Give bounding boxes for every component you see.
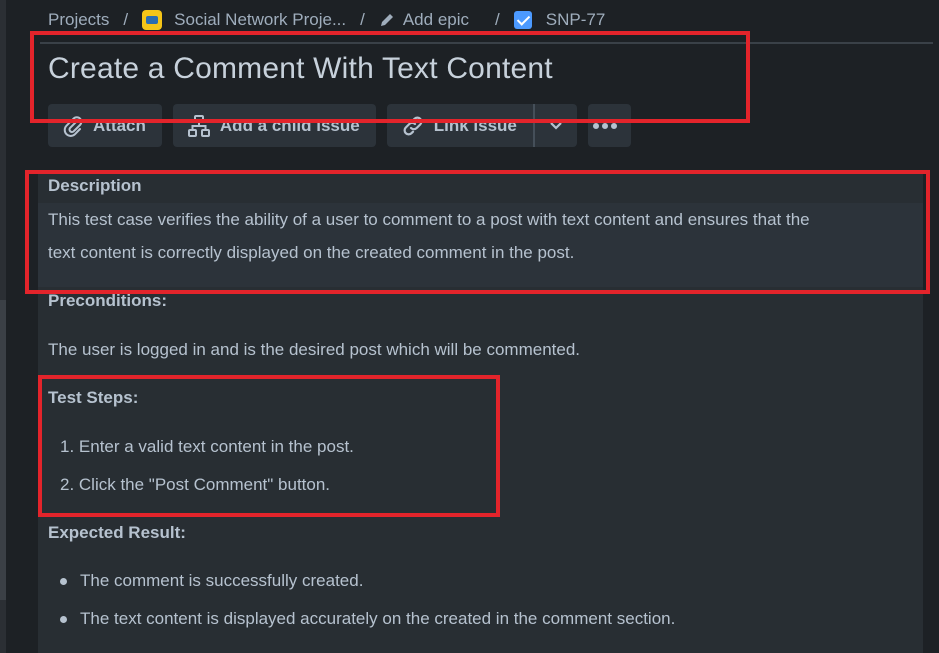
test-step-item: 1. Enter a valid text content in the pos…: [60, 437, 354, 456]
pencil-icon: [380, 14, 393, 26]
expected-result-item: The text content is displayed accurately…: [80, 609, 676, 628]
bullet-icon: [60, 578, 67, 585]
test-steps-heading: Test Steps:: [48, 388, 139, 407]
description-heading: Description: [48, 176, 142, 195]
paperclip-icon: [63, 115, 83, 137]
link-icon: [403, 116, 423, 135]
preconditions-text: The user is logged in and is the desired…: [48, 340, 581, 359]
issue-toolbar: Attach Add a child issue Link issue: [48, 104, 631, 147]
preconditions-heading: Preconditions:: [48, 291, 168, 310]
description-line-2: text content is correctly displayed on t…: [48, 243, 575, 262]
breadcrumb-separator: /: [123, 10, 129, 29]
add-child-issue-button[interactable]: Add a child issue: [172, 104, 376, 147]
issue-key-link[interactable]: SNP-77: [546, 10, 606, 30]
attach-label: Attach: [93, 115, 146, 135]
attach-button[interactable]: Attach: [48, 104, 162, 147]
breadcrumb-separator: /: [495, 10, 500, 29]
checkbox-icon: [513, 11, 532, 29]
project-avatar-icon: [142, 10, 163, 30]
issue-title[interactable]: Create a Comment With Text Content: [48, 52, 553, 86]
more-horizontal-icon: [592, 122, 617, 129]
link-issue-split-button: Link issue: [386, 104, 577, 147]
header-divider: [40, 42, 933, 44]
expected-result-item: The comment is successfully created.: [80, 571, 364, 590]
bullet-icon: [60, 616, 67, 623]
link-issue-button[interactable]: Link issue: [387, 104, 535, 147]
description-line-1: This test case verifies the ability of a…: [48, 210, 810, 229]
add-epic-link[interactable]: Add epic: [403, 10, 469, 30]
breadcrumb-separator: /: [360, 10, 365, 29]
chevron-down-icon: [550, 121, 562, 130]
expected-result-heading: Expected Result:: [48, 523, 186, 542]
breadcrumb-projects-link[interactable]: Projects: [48, 10, 109, 30]
add-child-issue-label: Add a child issue: [219, 115, 360, 135]
test-step-item: 2. Click the "Post Comment" button.: [60, 475, 331, 494]
breadcrumb-project-link[interactable]: Social Network Proje...: [174, 10, 346, 30]
more-actions-button[interactable]: [587, 104, 631, 147]
breadcrumb: Projects / Social Network Proje... / Add…: [48, 8, 605, 32]
left-scrollbar[interactable]: [0, 0, 6, 653]
link-issue-label: Link issue: [433, 115, 517, 135]
link-issue-dropdown-button[interactable]: [535, 104, 577, 147]
scrollbar-thumb[interactable]: [0, 300, 6, 600]
hierarchy-icon: [187, 114, 210, 137]
